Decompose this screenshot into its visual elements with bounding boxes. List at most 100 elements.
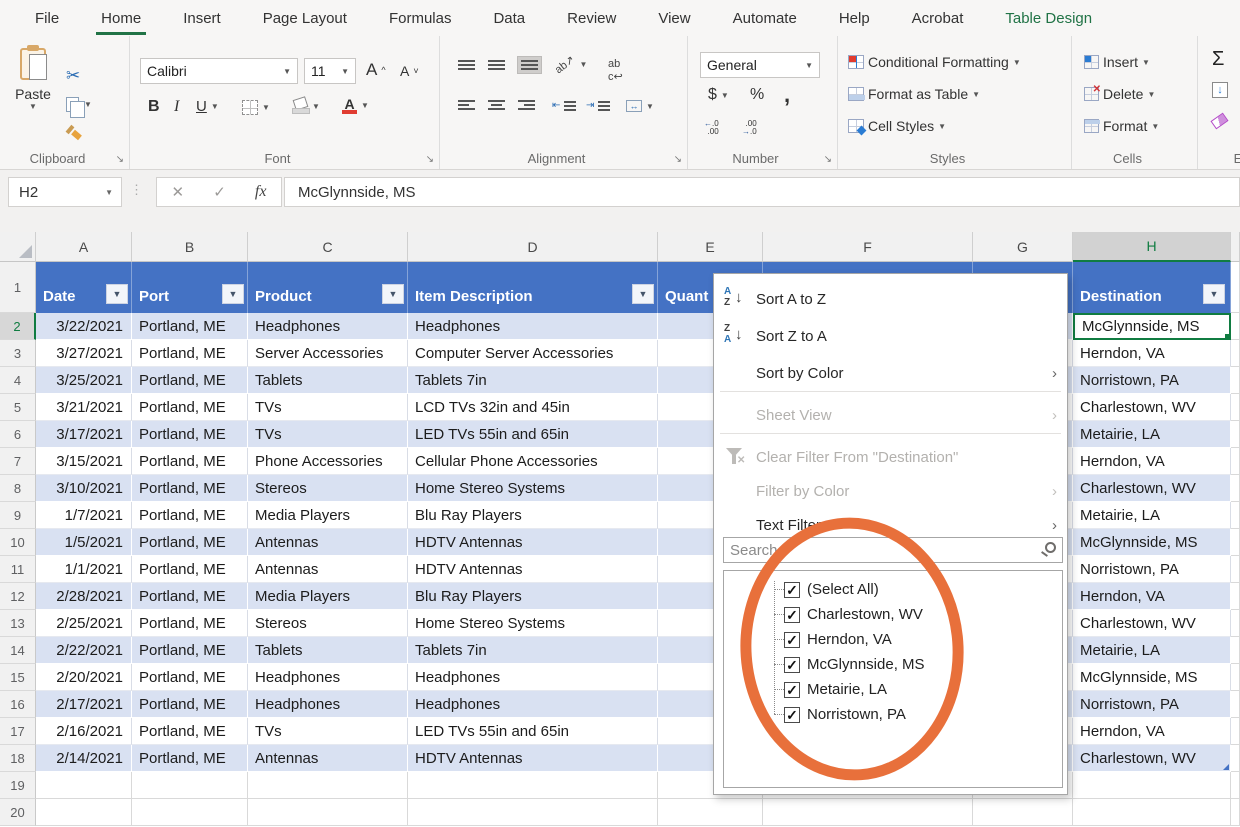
dialog-launcher-icon[interactable]: ↘ <box>674 154 682 165</box>
cell[interactable]: Portland, ME <box>132 583 248 610</box>
cell[interactable]: Norristown, PA <box>1073 367 1231 394</box>
checked-checkbox[interactable]: ✓ <box>784 657 800 673</box>
row-header-12[interactable]: 12 <box>0 583 36 610</box>
cell[interactable]: Portland, ME <box>132 340 248 367</box>
cell[interactable]: Headphones <box>248 313 408 340</box>
cell[interactable] <box>1231 502 1240 529</box>
cell[interactable]: HDTV Antennas <box>408 745 658 772</box>
menu-item-sort-z-to-a[interactable]: ZA↓Sort Z to A <box>714 319 1067 353</box>
cell[interactable]: LED TVs 55in and 65in <box>408 718 658 745</box>
cell[interactable]: HDTV Antennas <box>408 556 658 583</box>
column-header-A[interactable]: A <box>36 232 132 262</box>
cell[interactable]: Portland, ME <box>132 313 248 340</box>
row-header-2[interactable]: 2 <box>0 313 36 340</box>
cell[interactable]: 3/15/2021 <box>36 448 132 475</box>
row-header-18[interactable]: 18 <box>0 745 36 772</box>
column-header-D[interactable]: D <box>408 232 658 262</box>
cell[interactable]: Herndon, VA <box>1073 718 1231 745</box>
tab-data[interactable]: Data <box>472 0 546 36</box>
cell[interactable] <box>1073 799 1231 826</box>
cell[interactable]: Blu Ray Players <box>408 502 658 529</box>
cell[interactable] <box>132 799 248 826</box>
cell[interactable]: Herndon, VA <box>1073 583 1231 610</box>
filter-button-product[interactable]: ▼ <box>382 284 404 304</box>
cell[interactable]: Portland, ME <box>132 502 248 529</box>
cell[interactable] <box>763 799 973 826</box>
cell[interactable]: 2/25/2021 <box>36 610 132 637</box>
cell[interactable]: Server Accessories <box>248 340 408 367</box>
row-header-17[interactable]: 17 <box>0 718 36 745</box>
cell[interactable]: TVs <box>248 394 408 421</box>
align-right-button[interactable] <box>518 100 535 110</box>
underline-button[interactable]: U▼ <box>196 98 219 115</box>
filter-option-norristown-pa[interactable]: ✓Norristown, PA <box>724 702 1062 727</box>
cell[interactable] <box>1073 772 1231 799</box>
format-as-table-button[interactable]: Format as Table▼ <box>848 86 980 102</box>
autosum-button[interactable]: Σ <box>1212 48 1224 71</box>
row-header-7[interactable]: 7 <box>0 448 36 475</box>
tab-file[interactable]: File <box>14 0 80 36</box>
formula-input[interactable]: McGlynnside, MS <box>284 177 1240 207</box>
row-header-19[interactable]: 19 <box>0 772 36 799</box>
align-bottom-button[interactable] <box>518 57 541 73</box>
cell[interactable]: Tablets 7in <box>408 367 658 394</box>
cell[interactable]: Portland, ME <box>132 448 248 475</box>
cell[interactable]: Antennas <box>248 745 408 772</box>
tab-automate[interactable]: Automate <box>712 0 818 36</box>
cell[interactable] <box>248 772 408 799</box>
tab-review[interactable]: Review <box>546 0 637 36</box>
select-all-corner[interactable] <box>0 232 36 262</box>
cell[interactable]: McGlynnside, MS <box>1073 664 1231 691</box>
cell[interactable]: Charlestown, WV <box>1073 745 1231 772</box>
cell[interactable]: 1/5/2021 <box>36 529 132 556</box>
fill-color-button[interactable]: ▼ <box>292 98 320 114</box>
cell[interactable]: Headphones <box>248 664 408 691</box>
italic-button[interactable]: I <box>174 98 179 116</box>
cell[interactable]: Charlestown, WV <box>1073 475 1231 502</box>
wrap-text-button[interactable]: abc↩ <box>608 58 623 83</box>
cell[interactable] <box>408 799 658 826</box>
cell[interactable]: 2/14/2021 <box>36 745 132 772</box>
cell[interactable]: 3/27/2021 <box>36 340 132 367</box>
filter-option-charlestown-wv[interactable]: ✓Charlestown, WV <box>724 602 1062 627</box>
column-header-C[interactable]: C <box>248 232 408 262</box>
accounting-format-button[interactable]: $▼ <box>708 86 729 104</box>
cell[interactable] <box>1231 394 1240 421</box>
row-header-16[interactable]: 16 <box>0 691 36 718</box>
cell[interactable]: Media Players <box>248 583 408 610</box>
font-name-combo[interactable]: Calibri▼ <box>140 58 298 84</box>
cell[interactable]: Portland, ME <box>132 394 248 421</box>
dialog-launcher-icon[interactable]: ↘ <box>426 154 434 165</box>
tab-formulas[interactable]: Formulas <box>368 0 473 36</box>
row-header-1[interactable]: 1 <box>0 262 36 313</box>
menu-item-sort-by-color[interactable]: Sort by Color› <box>714 356 1067 390</box>
align-top-button[interactable] <box>458 60 475 70</box>
cell[interactable] <box>973 799 1073 826</box>
cell[interactable]: 3/10/2021 <box>36 475 132 502</box>
cell[interactable]: 1/1/2021 <box>36 556 132 583</box>
cell[interactable]: 2/16/2021 <box>36 718 132 745</box>
filter-button-date[interactable]: ▼ <box>106 284 128 304</box>
cell[interactable] <box>1231 637 1240 664</box>
cell[interactable]: Charlestown, WV <box>1073 610 1231 637</box>
shrink-font-button[interactable]: A˅ <box>400 63 419 79</box>
borders-button[interactable]: ▼ <box>242 100 270 115</box>
filter-option-mcglynnside-ms[interactable]: ✓McGlynnside, MS <box>724 652 1062 677</box>
cell[interactable]: Metairie, LA <box>1073 421 1231 448</box>
filter-button-port[interactable]: ▼ <box>222 284 244 304</box>
cell[interactable] <box>1231 691 1240 718</box>
tab-table-design[interactable]: Table Design <box>984 0 1113 36</box>
cell[interactable]: Herndon, VA <box>1073 340 1231 367</box>
cell[interactable]: LED TVs 55in and 65in <box>408 421 658 448</box>
orientation-button[interactable]: ab↗▼ <box>554 58 587 71</box>
row-header-13[interactable]: 13 <box>0 610 36 637</box>
selected-cell-H2[interactable]: McGlynnside, MS <box>1073 313 1231 340</box>
cell[interactable]: McGlynnside, MS <box>1073 529 1231 556</box>
cell[interactable] <box>1231 475 1240 502</box>
align-middle-button[interactable] <box>488 60 505 70</box>
format-painter-button[interactable] <box>66 120 118 144</box>
cell[interactable]: TVs <box>248 421 408 448</box>
conditional-formatting-button[interactable]: Conditional Formatting▼ <box>848 54 1021 70</box>
row-header-3[interactable]: 3 <box>0 340 36 367</box>
cell[interactable]: Portland, ME <box>132 637 248 664</box>
